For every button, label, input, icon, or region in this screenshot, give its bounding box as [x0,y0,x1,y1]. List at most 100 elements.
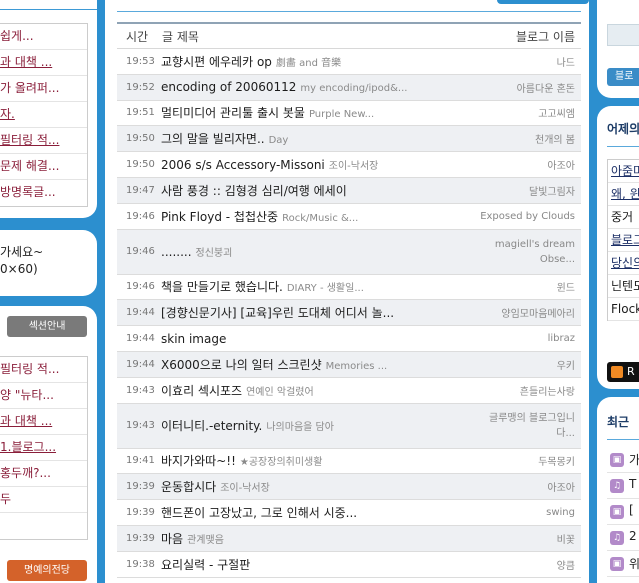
post-title-link[interactable]: 사람 풍경 :: 김형경 심리/여행 에세이 [161,182,529,199]
feed-row[interactable]: 19:39 마음 관계맺음 비꽃 [117,525,581,552]
list-item-link[interactable]: 가 올려퍼... [0,76,87,102]
list-item-link[interactable]: 자. [0,102,87,128]
post-category: Memories ... [325,360,388,372]
yesterday-item-link[interactable]: 당신의 [608,252,639,275]
blog-name-link[interactable]: Exposed by Clouds [480,211,581,222]
feed-row[interactable]: 19:46 Pink Floyd - 첩첩산중 Rock/Music &... Exp… [117,204,581,230]
list-item-link[interactable]: 양 "뉴타... [0,383,87,409]
yesterday-item-link[interactable]: 왜, 윈 [608,183,639,206]
blog-name-link[interactable]: 달빛그림자 [529,183,581,198]
yesterday-item-link[interactable]: 닌텐도 [608,275,639,298]
list-item-link[interactable]: 필터링 적... [0,357,87,383]
list-item-link[interactable]: 과 대책 ... [0,50,87,76]
feed-row[interactable]: 19:44 X6000으로 나의 일터 스크린샷 Memories ... 우키 [117,351,581,378]
list-item-link[interactable] [0,513,87,539]
rss-button[interactable]: R [607,362,639,382]
blog-name-link[interactable]: 고고씨엠 [538,105,581,120]
left-top-list: 쉽게... 과 대책 ... 가 올려퍼... 자. 필터링 적... 문제 해결... 방… [0,23,88,207]
feed-row[interactable]: 19:52 encoding of 20060112 my encoding/ipo… [117,74,581,101]
post-title-link[interactable]: 이터니티.-eternity. 나의마음을 담아 [161,417,489,434]
feed-row[interactable]: 19:44 skin image libraz [117,326,581,352]
feed-row[interactable]: 19:43 이터니티.-eternity. 나의마음을 담아 글루맹의 블로그입니다.… [117,403,581,449]
blog-name-link[interactable]: 윈드 [557,279,581,294]
blog-name-link[interactable]: 흔들리는사랑 [520,383,581,398]
blog-name-link[interactable]: 아름다운 혼돈 [517,80,581,95]
top-tab[interactable] [497,0,589,4]
post-title-link[interactable]: encoding of 20060112 my encoding/ipod&... [161,80,517,94]
feed-row[interactable]: 19:44 [경향신문기사] [교육]우린 도대체 어디서 놀... 양임모마음메아… [117,300,581,327]
blog-name-link[interactable]: 양큼 [557,557,581,572]
right-mid-panel: 어제의 아줌마 왜, 윈 중거 블로그 당신의 닌텐도 Flock R [597,106,639,389]
blog-name-link[interactable]: 글루맹의 블로그입니다... [489,411,581,441]
blog-name-link[interactable]: 두목몽키 [538,453,581,468]
recent-item[interactable]: ▣[ [607,499,639,525]
post-title-link[interactable]: skin image [161,332,548,346]
login-input[interactable] [607,24,639,46]
post-time: 19:44 [126,333,155,345]
left-top-panel: 쉽게... 과 대책 ... 가 올려퍼... 자. 필터링 적... 문제 해결... 방… [0,0,97,218]
feed-row[interactable]: 19:50 2006 s/s Accessory-Missoni 조이-낙서장 아조아 [117,152,581,178]
list-item-link[interactable]: 두 [0,487,87,513]
list-item-link[interactable]: 문제 해결... [0,154,87,180]
post-title-link[interactable]: 책을 만들기로 했습니다. DIARY - 생활일... [161,278,557,295]
blog-name-link[interactable]: 비꽃 [557,531,581,546]
hall-of-fame-button[interactable]: 명예의전당 [7,560,87,581]
blog-name-link[interactable]: 천개의 봄 [535,131,581,146]
blog-name-link[interactable]: 양임모마음메아리 [501,305,581,320]
blog-name-link[interactable]: 나드 [557,54,581,69]
list-item-link[interactable]: 쉽게... [0,24,87,50]
feed-row[interactable]: 19:39 핸드폰이 고장났고, 그로 인해서 시중... swing [117,500,581,526]
feed-row[interactable]: 19:43 이효리 섹시포즈 연예인 악걸렸어 흔들리는사랑 [117,378,581,404]
post-title-link[interactable]: ........ 정신붕괴 [161,244,489,259]
yesterday-item-link[interactable]: 아줌마 [608,160,639,183]
post-title-link[interactable]: 핸드폰이 고장났고, 그로 인해서 시중... [161,504,546,521]
list-item-link[interactable]: 필터링 적... [0,128,87,154]
list-item-link[interactable]: 과 대책 ... [0,409,87,435]
blog-name-link[interactable]: libraz [548,333,581,344]
post-title-link[interactable]: 바지가와따~!! ★공장장의취미생활 [161,452,538,469]
left-bottom-list: 필터링 적... 양 "뉴타... 과 대책 ... 1.블로그... 홍두깨?... 두 [0,356,88,540]
feed-row[interactable]: 19:46 책을 만들기로 했습니다. DIARY - 생활일... 윈드 [117,275,581,301]
yesterday-item-link[interactable]: Flock [608,298,639,321]
list-item-link[interactable]: 방명록글... [0,180,87,206]
post-title-link[interactable]: 그의 말을 빌리자면.. Day [161,130,535,147]
feed-row[interactable]: 19:53 교향시편 에우레카 op 劇畵 and 音樂 나드 [117,49,581,75]
post-category: Purple New... [308,109,375,121]
post-category: Day [268,135,289,147]
post-time: 19:46 [126,246,155,258]
post-title-link[interactable]: [경향신문기사] [교육]우린 도대체 어디서 놀... [161,304,501,321]
blog-button[interactable]: 블로 [607,68,639,86]
feed-row[interactable]: 19:38 요리실력 - 구절판 양큼 [117,552,581,578]
feed-row[interactable]: 19:46 ........ 정신붕괴 magiell's dream Obse... [117,229,581,275]
post-title-link[interactable]: 교향시편 에우레카 op 劇畵 and 音樂 [161,53,557,70]
list-item-link[interactable]: 1.블로그... [0,435,87,461]
recent-item[interactable]: ♫ T [607,473,639,499]
blog-name-link[interactable]: 우키 [557,357,581,372]
feed-row[interactable]: 19:50 그의 말을 빌리자면.. Day 천개의 봄 [117,126,581,153]
blog-name-link[interactable]: magiell's dream Obse... [489,237,581,267]
feed-row[interactable]: 19:39 운동합시다 조이-낙서장 아조아 [117,474,581,501]
post-title-link[interactable]: 멀티미디어 관리툴 출시 봇물 Purple New... [161,104,538,121]
yesterday-item-link[interactable]: 블로그 [608,229,639,252]
post-title-link[interactable]: 이효리 섹시포즈 연예인 악걸렸어 [161,382,520,399]
feed-row[interactable]: 19:51 멀티미디어 관리툴 출시 봇물 Purple New... 고고씨엠 [117,101,581,127]
yesterday-item-link[interactable]: 중거 [608,206,639,229]
tv-icon: ▣ [610,505,624,519]
post-title-link[interactable]: 운동합시다 조이-낙서장 [161,478,547,495]
post-title-link[interactable]: Pink Floyd - 첩첩산중 Rock/Music &... [161,208,480,225]
recent-item[interactable]: ♫ 2 [607,525,639,551]
post-category: Rock/Music &... [282,212,359,224]
list-item-link[interactable]: 홍두깨?... [0,461,87,487]
post-title-link[interactable]: 요리실력 - 구절판 [161,556,557,573]
recent-item[interactable]: ▣ 가 [607,447,639,473]
feed-row[interactable]: 19:41 바지가와따~!! ★공장장의취미생활 두목몽키 [117,449,581,475]
blog-name-link[interactable]: 아조아 [547,479,581,494]
blog-name-link[interactable]: swing [546,507,581,518]
feed-row[interactable]: 19:47 사람 풍경 :: 김형경 심리/여행 에세이 달빛그림자 [117,177,581,204]
post-title-link[interactable]: 2006 s/s Accessory-Missoni 조이-낙서장 [161,157,547,172]
recent-item[interactable]: ▣ 위 [607,551,639,577]
section-guide-button[interactable]: 섹션안내 [7,316,87,337]
blog-name-link[interactable]: 아조아 [547,157,581,172]
post-title-link[interactable]: X6000으로 나의 일터 스크린샷 Memories ... [161,356,557,373]
post-title-link[interactable]: 마음 관계맺음 [161,530,557,547]
